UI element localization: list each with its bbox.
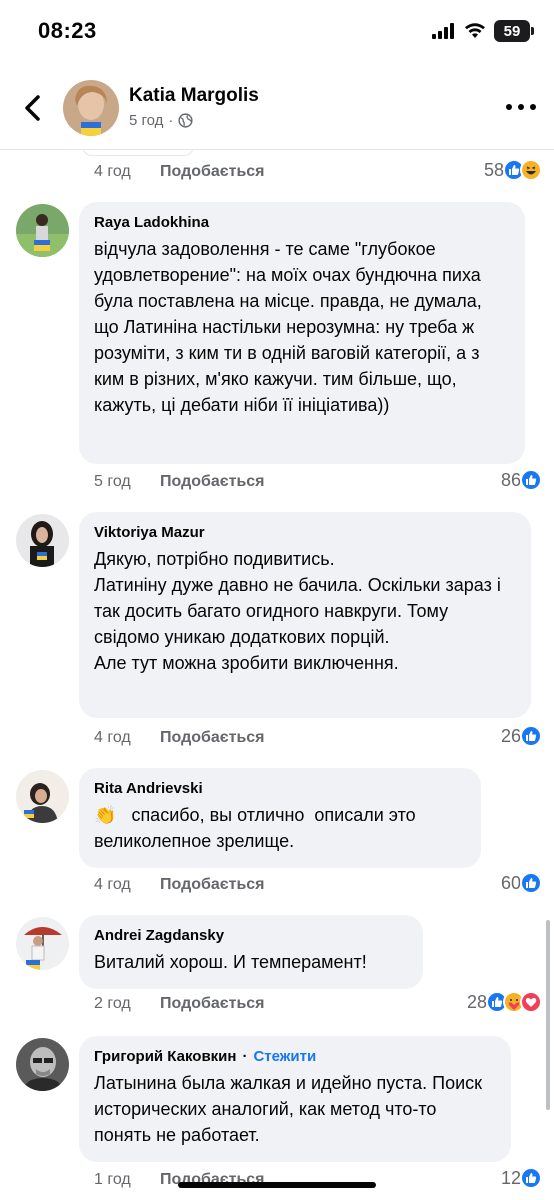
meta-separator: · xyxy=(168,112,174,129)
comment-bubble: Viktoriya Mazur Дякую, потрібно подивити… xyxy=(79,512,531,718)
comment-meta-row: 4 год Подобається 60 xyxy=(0,872,554,898)
commenter-name[interactable]: Raya Ladokhina xyxy=(94,214,510,231)
reaction-summary[interactable]: 60 xyxy=(501,872,542,894)
commenter-avatar[interactable] xyxy=(16,514,69,567)
more-dot-icon xyxy=(506,104,512,110)
haha-reaction-icon xyxy=(520,159,542,181)
scrollbar[interactable] xyxy=(546,920,550,1110)
comment-time[interactable]: 1 год xyxy=(94,1171,131,1189)
comment-meta-row: 4 год Подобається 58 xyxy=(0,159,554,185)
clapping-hands-emoji: 👏 xyxy=(94,805,117,825)
reaction-count: 12 xyxy=(500,1167,521,1188)
like-reaction-icon xyxy=(520,469,542,491)
comments-list: 4 год Подобається 58 Raya Ladokhina відч… xyxy=(0,150,554,1200)
commenter-name[interactable]: Rita Andrievski xyxy=(94,780,466,797)
like-button[interactable]: Подобається xyxy=(160,473,265,491)
chevron-left-icon xyxy=(25,95,40,121)
comment-bubble: Rita Andrievski 👏 спасибо, вы отлично оп… xyxy=(79,768,481,868)
comment-time[interactable]: 4 год xyxy=(94,163,131,181)
reaction-count: 28 xyxy=(466,991,487,1012)
reaction-count: 86 xyxy=(500,469,521,490)
comment-meta-row: 4 год Подобається 26 xyxy=(0,725,554,751)
reaction-summary[interactable]: 58 xyxy=(484,159,542,181)
like-reaction-icon xyxy=(520,1167,542,1189)
reaction-summary[interactable]: 12 xyxy=(501,1167,542,1189)
reaction-count: 26 xyxy=(500,725,521,746)
more-options-button[interactable] xyxy=(506,94,536,120)
previous-comment-bubble-edge xyxy=(82,150,194,156)
commenter-avatar[interactable] xyxy=(16,770,69,823)
commenter-avatar[interactable] xyxy=(16,204,69,257)
commenter-name[interactable]: Григорий Каковкин · Стежити xyxy=(94,1048,496,1065)
comment-time[interactable]: 2 год xyxy=(94,995,131,1013)
comment-bubble: Григорий Каковкин · Стежити Латынина был… xyxy=(79,1036,511,1162)
battery-indicator: 59 xyxy=(494,20,534,42)
post-meta: 5 год · xyxy=(129,112,194,129)
comment-bubble: Raya Ladokhina відчула задоволення - те … xyxy=(79,202,525,464)
globe-icon xyxy=(178,113,194,128)
reaction-count: 58 xyxy=(483,159,504,180)
cellular-signal-icon xyxy=(432,23,454,39)
reaction-summary[interactable]: 86 xyxy=(501,469,542,491)
like-button[interactable]: Подобається xyxy=(160,729,265,747)
post-author-name[interactable]: Katia Margolis xyxy=(129,85,259,107)
follow-button[interactable]: Стежити xyxy=(253,1048,316,1065)
comment-time[interactable]: 4 год xyxy=(94,729,131,747)
status-icons: 59 xyxy=(432,20,534,42)
commenter-avatar[interactable] xyxy=(16,1038,69,1091)
post-time: 5 год xyxy=(129,112,164,129)
comment-bubble: Andrei Zagdansky Виталий хорош. И темпер… xyxy=(79,915,423,989)
comment-meta-row: 2 год Подобається 28 xyxy=(0,991,554,1017)
status-bar: 08:23 59 xyxy=(0,0,554,66)
more-dot-icon xyxy=(518,104,524,110)
wifi-icon xyxy=(465,23,485,38)
commenter-avatar[interactable] xyxy=(16,917,69,970)
status-time: 08:23 xyxy=(38,18,97,43)
comment-text: Виталий хорош. И темперамент! xyxy=(94,952,367,972)
like-button[interactable]: Подобається xyxy=(160,876,265,894)
comment-text: 👏 спасибо, вы отлично описали это велико… xyxy=(94,805,421,851)
comment-meta-row: 5 год Подобається 86 xyxy=(0,469,554,495)
love-reaction-icon xyxy=(520,991,542,1013)
commenter-name[interactable]: Andrei Zagdansky xyxy=(94,927,408,944)
back-button[interactable] xyxy=(16,90,48,126)
comment-meta-row: 1 год Подобається 12 xyxy=(0,1167,554,1193)
reaction-count: 60 xyxy=(500,872,521,893)
commenter-name[interactable]: Viktoriya Mazur xyxy=(94,524,516,541)
more-dot-icon xyxy=(530,104,536,110)
like-reaction-icon xyxy=(520,725,542,747)
author-avatar[interactable] xyxy=(63,80,119,136)
reaction-summary[interactable]: 28 xyxy=(467,991,542,1013)
post-header: Katia Margolis 5 год · xyxy=(0,66,554,150)
comment-text: Латынина была жалкая и идейно пуста. Пои… xyxy=(94,1073,488,1145)
comment-text: Дякую, потрібно подивитись. Латиніну дуж… xyxy=(94,549,501,673)
comment-text: відчула задоволення - те саме "глубокое … xyxy=(94,239,487,415)
like-reaction-icon xyxy=(520,872,542,894)
home-indicator[interactable] xyxy=(178,1182,376,1188)
comment-time[interactable]: 5 год xyxy=(94,473,131,491)
reaction-summary[interactable]: 26 xyxy=(501,725,542,747)
like-button[interactable]: Подобається xyxy=(160,163,265,181)
like-button[interactable]: Подобається xyxy=(160,995,265,1013)
comment-time[interactable]: 4 год xyxy=(94,876,131,894)
